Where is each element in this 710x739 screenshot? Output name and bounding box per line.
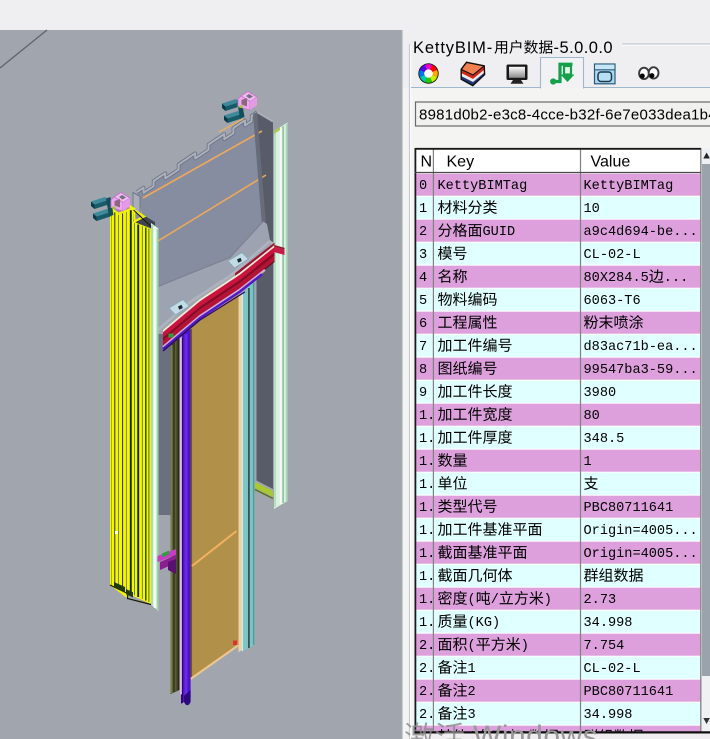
- svg-text:2: 2: [419, 225, 427, 240]
- svg-text:Key: Key: [447, 154, 475, 171]
- svg-text:8981d0b2-e3c8-4cce-b32f-6e7e03: 8981d0b2-e3c8-4cce-b32f-6e7e033dea1b4: [419, 107, 710, 124]
- svg-text:PBC80711641: PBC80711641: [584, 501, 674, 516]
- svg-text:GUID: GUID: [483, 225, 516, 240]
- svg-text:Origin=4005...: Origin=4005...: [584, 547, 698, 562]
- svg-text:348.5: 348.5: [584, 432, 625, 447]
- svg-text:/: /: [491, 593, 499, 608]
- svg-text:0: 0: [419, 179, 427, 194]
- svg-text:1: 1: [584, 455, 592, 470]
- svg-text:PBC80711641: PBC80711641: [584, 685, 674, 700]
- svg-text:80X284.5: 80X284.5: [584, 271, 649, 286]
- svg-text:Origin=4005...: Origin=4005...: [584, 524, 698, 539]
- svg-text:5: 5: [419, 294, 427, 309]
- svg-text:4: 4: [419, 271, 427, 286]
- svg-text:9: 9: [419, 386, 427, 401]
- svg-text:CL-02-L: CL-02-L: [584, 662, 641, 677]
- svg-text:N: N: [421, 154, 433, 171]
- svg-text:1: 1: [419, 202, 427, 217]
- svg-text:8: 8: [419, 363, 427, 378]
- svg-text:KettyBIMTag: KettyBIMTag: [584, 179, 674, 194]
- svg-text:): ): [544, 593, 552, 608]
- svg-text:Value: Value: [591, 154, 631, 171]
- svg-text:3980: 3980: [584, 386, 617, 401]
- svg-text:KettyBIM-: KettyBIM-: [413, 39, 493, 57]
- svg-text:6: 6: [419, 317, 427, 332]
- svg-text:7: 7: [419, 340, 427, 355]
- svg-text:80: 80: [584, 409, 600, 424]
- svg-text:KettyBIMTag: KettyBIMTag: [438, 179, 528, 194]
- svg-text:34.998: 34.998: [584, 616, 633, 631]
- svg-text:6063-T6: 6063-T6: [584, 294, 641, 309]
- svg-text:d83ac71b-ea...: d83ac71b-ea...: [584, 340, 698, 355]
- svg-text:...: ...: [664, 271, 688, 286]
- svg-text:-5.0.0.0: -5.0.0.0: [554, 39, 614, 57]
- svg-text:2: 2: [468, 685, 476, 700]
- svg-text:(: (: [468, 639, 476, 654]
- svg-text:7.754: 7.754: [584, 639, 625, 654]
- svg-text:(: (: [468, 593, 476, 608]
- svg-text:2.73: 2.73: [584, 593, 617, 608]
- svg-text:CL-02-L: CL-02-L: [584, 248, 641, 263]
- svg-text:10: 10: [584, 202, 600, 217]
- svg-text:1: 1: [468, 662, 476, 677]
- svg-text:3: 3: [419, 248, 427, 263]
- svg-text:(KG): (KG): [468, 616, 501, 631]
- svg-text:99547ba3-59...: 99547ba3-59...: [584, 363, 698, 378]
- svg-text:): ): [521, 639, 529, 654]
- svg-text:Windows: Windows: [473, 720, 598, 739]
- svg-text:a9c4d694-be...: a9c4d694-be...: [584, 225, 698, 240]
